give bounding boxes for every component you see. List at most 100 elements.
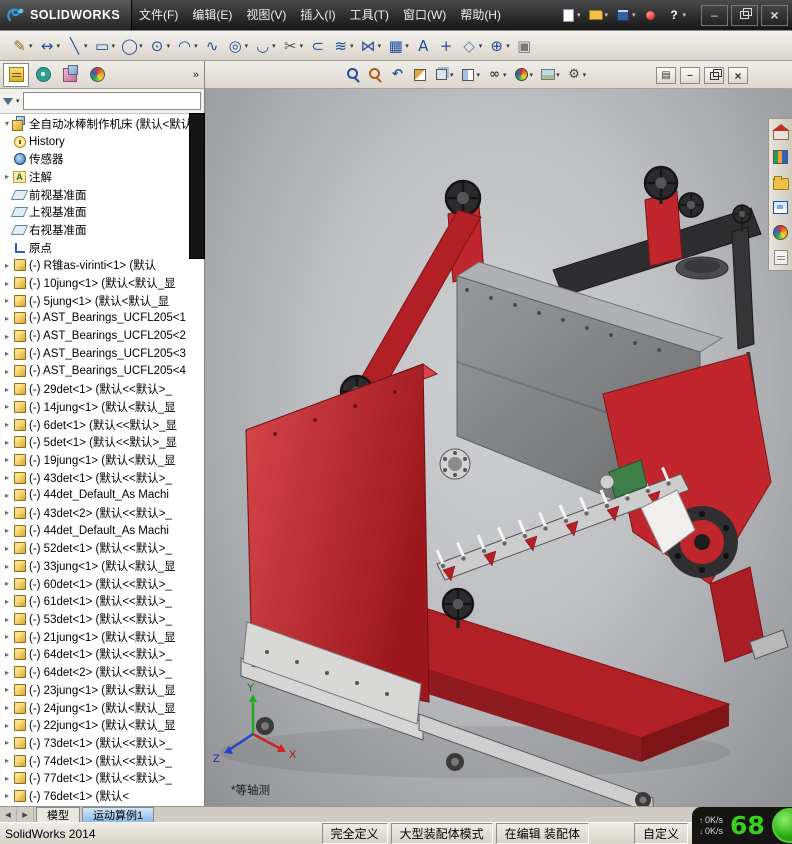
plane-button[interactable]: ◇ ▾ bbox=[458, 34, 486, 58]
sketch-picture-button[interactable]: ▣ bbox=[513, 34, 536, 58]
solidworks-resources-button[interactable] bbox=[770, 121, 792, 143]
tree-item[interactable]: ▸ (-) 21jung<1> (默认<默认_显 bbox=[0, 628, 204, 646]
tree-item[interactable]: ▸ (-) 23jung<1> (默认<默认_显 bbox=[0, 681, 204, 699]
rebuild-button[interactable] bbox=[640, 4, 661, 26]
offset-entities-button[interactable]: ≋ ▾ bbox=[329, 34, 357, 58]
tree-item[interactable]: History bbox=[0, 133, 204, 151]
tree-item[interactable]: 右视基准面 bbox=[0, 221, 204, 239]
display-style-button[interactable]: ▾ bbox=[460, 65, 482, 85]
tree-item[interactable]: ▸ (-) 53det<1> (默认<<默认>_ bbox=[0, 610, 204, 628]
corner-rectangle-button[interactable]: ▭ ▾ bbox=[91, 34, 119, 58]
expand-arrow-icon[interactable]: ▸ bbox=[2, 791, 12, 800]
expand-arrow-icon[interactable]: ▸ bbox=[2, 526, 12, 535]
tree-filter-input[interactable] bbox=[22, 92, 201, 110]
tree-item[interactable]: ▸ (-) 64det<2> (默认<<默认>_ bbox=[0, 663, 204, 681]
new-document-button[interactable]: ▾ bbox=[558, 4, 584, 26]
custom-properties-button[interactable] bbox=[770, 246, 792, 268]
expand-arrow-icon[interactable]: ▸ bbox=[2, 314, 12, 323]
design-library-button[interactable] bbox=[770, 146, 792, 168]
close-button[interactable] bbox=[761, 4, 788, 26]
doc-close-button[interactable] bbox=[728, 67, 748, 84]
line-button[interactable]: ╲ ▾ bbox=[63, 34, 91, 58]
tree-item[interactable]: ▸ (-) 64det<1> (默认<<默认>_ bbox=[0, 646, 204, 664]
panel-tab-featuremanager[interactable] bbox=[3, 62, 29, 87]
panel-tab-displaymanager[interactable] bbox=[84, 63, 110, 87]
tree-item[interactable]: ▸ (-) 61det<1> (默认<<默认>_ bbox=[0, 593, 204, 611]
expand-arrow-icon[interactable]: ▸ bbox=[2, 774, 12, 783]
tree-item[interactable]: ▸ (-) 43det<1> (默认<<默认>_ bbox=[0, 469, 204, 487]
expand-arrow-icon[interactable]: ▸ bbox=[2, 279, 12, 288]
save-button[interactable]: ▾ bbox=[613, 4, 639, 26]
tree-item[interactable]: ▸ (-) 22jung<1> (默认<默认_显 bbox=[0, 716, 204, 734]
tree-item[interactable]: ▸ (-) AST_Bearings_UCFL205<2 bbox=[0, 327, 204, 345]
view-orientation-button[interactable]: ▾ bbox=[433, 65, 455, 85]
floating-ball-icon[interactable] bbox=[772, 808, 792, 843]
expand-arrow-icon[interactable]: ▸ bbox=[2, 668, 12, 677]
linear-sketch-pattern-button[interactable]: ▦ ▾ bbox=[384, 34, 412, 58]
tree-item[interactable]: ▸ (-) 6det<1> (默认<<默认>_显 bbox=[0, 416, 204, 434]
trim-entities-button[interactable]: ✂ ▾ bbox=[279, 34, 307, 58]
appearances-scenes-button[interactable] bbox=[770, 221, 792, 243]
tree-item[interactable]: ▸ (-) 5jung<1> (默认<默认_显 bbox=[0, 292, 204, 310]
tree-item[interactable]: ▸ (-) AST_Bearings_UCFL205<4 bbox=[0, 363, 204, 381]
tree-item[interactable]: ▸ (-) 60det<1> (默认<<默认>_ bbox=[0, 575, 204, 593]
expand-arrow-icon[interactable]: ▸ bbox=[2, 703, 12, 712]
doc-minimize-button[interactable] bbox=[680, 67, 700, 84]
perimeter-circle-button[interactable]: ⊙ ▾ bbox=[146, 34, 174, 58]
expand-arrow-icon[interactable]: ▸ bbox=[2, 579, 12, 588]
sketch-button[interactable]: ✎ ▾ bbox=[8, 34, 36, 58]
expand-arrow-icon[interactable]: ▸ bbox=[2, 756, 12, 765]
doc-restore-button[interactable] bbox=[704, 67, 724, 84]
expand-arrow-icon[interactable]: ▸ bbox=[2, 632, 12, 641]
tree-scrollbar-thumb[interactable] bbox=[189, 113, 205, 259]
tree-item[interactable]: ▸ (-) 73det<1> (默认<<默认>_ bbox=[0, 734, 204, 752]
text-button[interactable]: A bbox=[412, 34, 435, 58]
tree-item[interactable]: ▸ (-) 33jung<1> (默认<默认_显 bbox=[0, 557, 204, 575]
expand-arrow-icon[interactable]: ▸ bbox=[2, 544, 12, 553]
tree-item[interactable]: ▸ (-) 76det<1> (默认< bbox=[0, 787, 204, 805]
ellipse-button[interactable]: ◎ ▾ bbox=[224, 34, 252, 58]
menu-item-1[interactable]: 编辑(E) bbox=[185, 0, 239, 30]
network-speed-overlay[interactable]: 0K/s 0K/s 68 bbox=[692, 807, 792, 844]
expand-arrow-icon[interactable]: ▸ bbox=[2, 685, 12, 694]
open-button[interactable]: ▾ bbox=[585, 4, 611, 26]
tab-scroll-right-button[interactable] bbox=[17, 807, 34, 822]
tree-item[interactable]: 前视基准面 bbox=[0, 186, 204, 204]
expand-arrow-icon[interactable]: ▸ bbox=[2, 455, 12, 464]
expand-arrow-icon[interactable]: ▸ bbox=[2, 473, 12, 482]
expand-arrow-icon[interactable]: ▸ bbox=[2, 491, 12, 500]
tree-item[interactable]: ▸ (-) AST_Bearings_UCFL205<3 bbox=[0, 345, 204, 363]
menu-item-6[interactable]: 帮助(H) bbox=[453, 0, 508, 30]
quick-snaps-button[interactable]: ⊕ ▾ bbox=[485, 34, 513, 58]
expand-arrow-icon[interactable]: ▸ bbox=[2, 367, 12, 376]
panel-tab-configurationmanager[interactable] bbox=[57, 63, 83, 87]
tree-item[interactable]: ▸ (-) 44det_Default_As Machi bbox=[0, 522, 204, 540]
restore-button[interactable] bbox=[731, 4, 758, 26]
tree-item[interactable]: ▸ (-) 24jung<1> (默认<默认_显 bbox=[0, 699, 204, 717]
zoom-to-fit-button[interactable] bbox=[345, 65, 362, 85]
expand-arrow-icon[interactable]: ▸ bbox=[2, 650, 12, 659]
expand-arrow-icon[interactable]: ▸ bbox=[2, 597, 12, 606]
expand-arrow-icon[interactable]: ▸ bbox=[2, 402, 12, 411]
expand-arrow-icon[interactable]: ▸ bbox=[2, 349, 12, 358]
hide-show-items-button[interactable]: ∞ ▾ bbox=[486, 65, 508, 85]
sketch-fillet-button[interactable]: ◡ ▾ bbox=[251, 34, 279, 58]
tree-item[interactable]: ▸ (-) 5det<1> (默认<<默认>_显 bbox=[0, 433, 204, 451]
spline-button[interactable]: ∿ bbox=[201, 34, 224, 58]
file-explorer-button[interactable] bbox=[770, 171, 792, 193]
tree-item[interactable]: ▾ 全自动冰棒制作机床 (默认<默认 bbox=[0, 115, 204, 133]
tree-item[interactable]: 原点 bbox=[0, 239, 204, 257]
edit-appearance-button[interactable]: ▾ bbox=[513, 65, 535, 85]
panel-tab-propertymanager[interactable] bbox=[30, 63, 56, 87]
section-view-button[interactable] bbox=[411, 65, 428, 85]
expand-arrow-icon[interactable]: ▸ bbox=[2, 508, 12, 517]
tab-motion-study-1[interactable]: 运动算例1 bbox=[82, 807, 155, 822]
expand-arrow-icon[interactable]: ▸ bbox=[2, 296, 12, 305]
tab-model[interactable]: 模型 bbox=[36, 807, 80, 822]
tree-item[interactable]: ▸ (-) 14jung<1> (默认<默认_显 bbox=[0, 398, 204, 416]
view-settings-button[interactable]: ⚙ ▾ bbox=[566, 65, 588, 85]
expand-arrow-icon[interactable]: ▸ bbox=[2, 385, 12, 394]
expand-arrow-icon[interactable]: ▸ bbox=[2, 438, 12, 447]
filter-funnel-icon[interactable] bbox=[3, 97, 13, 105]
help-button[interactable]: ? ▾ bbox=[663, 4, 689, 26]
